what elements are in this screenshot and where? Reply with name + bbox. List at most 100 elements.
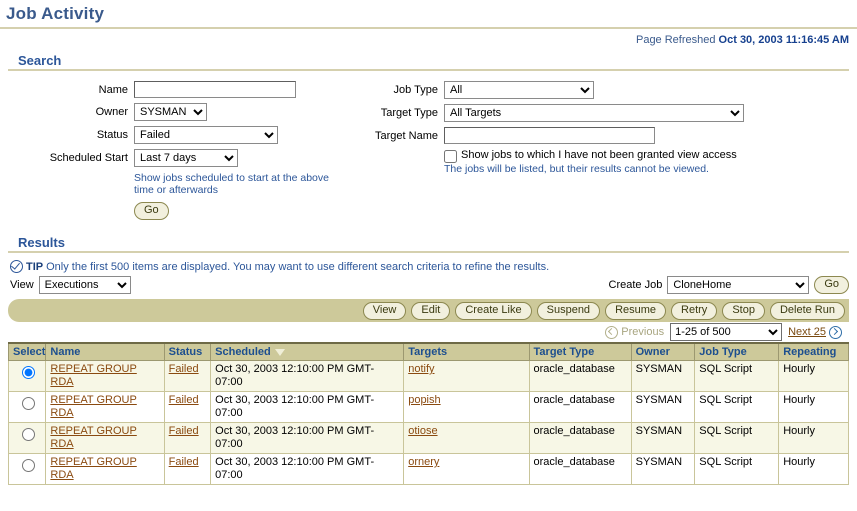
target-name-input[interactable] [444,127,655,144]
target-link[interactable]: ornery [408,456,439,468]
row-status-cell: Failed [163,360,212,392]
create-job-control: Create Job CloneHome Go [609,276,849,294]
previous-link: Previous [602,325,664,339]
next-link[interactable]: Next 25 [788,325,845,339]
job-status-link[interactable]: Failed [169,456,199,468]
job-type-select[interactable]: All [444,81,594,99]
target-name-field-row: Target Name [353,127,853,144]
row-select-cell [7,453,47,485]
results-table: Select Name Status Scheduled Targets Tar… [7,342,849,485]
sort-descending-icon [274,348,285,356]
page-refreshed-label: Page Refreshed [635,34,716,46]
row-owner-cell: SYSMAN [630,360,696,392]
create-like-button[interactable]: Create Like [455,301,532,320]
column-header-targets[interactable]: Targets [403,342,530,361]
row-radio[interactable] [21,366,35,379]
column-header-name[interactable]: Name [45,342,165,361]
row-status-cell: Failed [163,422,212,454]
row-job-type-cell: SQL Script [694,360,780,392]
resume-button[interactable]: Resume [605,301,667,320]
column-header-repeating[interactable]: Repeating [778,342,849,361]
row-name-cell: REPEAT GROUP RDA [45,422,165,454]
tip-check-icon [10,260,23,273]
show-jobs-checkbox-row: Show jobs to which I have not been grant… [444,149,853,163]
page-title: Job Activity [6,4,105,23]
results-toolbar: View Edit Create Like Suspend Resume Ret… [8,299,849,322]
previous-arrow-icon [605,325,619,339]
results-heading: Results [18,235,65,250]
job-name-link[interactable]: REPEAT GROUP RDA [50,363,136,388]
view-button[interactable]: View [362,301,407,320]
column-header-target-type[interactable]: Target Type [528,342,632,361]
row-target-type-cell: oracle_database [528,453,632,485]
column-header-job-type[interactable]: Job Type [694,342,780,361]
row-scheduled-cell: Oct 30, 2003 12:10:00 PM GMT-07:00 [210,391,405,423]
row-radio[interactable] [21,459,35,472]
page-refreshed-value: Oct 30, 2003 11:16:45 AM [718,34,849,46]
job-status-link[interactable]: Failed [169,363,199,375]
job-name-link[interactable]: REPEAT GROUP RDA [50,394,136,419]
target-type-select[interactable]: All Targets [444,104,744,122]
row-target-type-cell: oracle_database [528,360,632,392]
row-job-type-cell: SQL Script [694,453,780,485]
row-radio[interactable] [21,397,35,410]
target-link[interactable]: otiose [408,425,437,437]
owner-label: Owner [95,106,128,118]
create-job-select[interactable]: CloneHome [667,276,810,294]
column-header-status[interactable]: Status [163,342,212,361]
column-header-owner[interactable]: Owner [630,342,696,361]
create-job-go-button[interactable]: Go [814,276,849,294]
row-radio[interactable] [21,428,35,441]
show-jobs-checkbox[interactable] [444,150,457,163]
view-select[interactable]: Executions [38,276,131,294]
target-link[interactable]: popish [408,394,440,406]
row-owner-cell: SYSMAN [630,391,696,423]
view-control: View Executions [10,276,131,294]
show-jobs-hint: The jobs will be listed, but their resul… [444,163,709,175]
row-name-cell: REPEAT GROUP RDA [45,360,165,392]
name-field-row: Name [8,81,353,98]
table-row: REPEAT GROUP RDA Failed Oct 30, 2003 12:… [7,391,849,423]
job-status-link[interactable]: Failed [169,394,199,406]
stop-button[interactable]: Stop [722,301,765,320]
job-status-link[interactable]: Failed [169,425,199,437]
page-range-select[interactable]: 1-25 of 500 [670,323,783,341]
owner-field-row: Owner SYSMAN [8,103,353,121]
row-target-type-cell: oracle_database [528,422,632,454]
row-select-cell [7,391,47,423]
column-header-select[interactable]: Select [7,342,47,361]
status-select[interactable]: Failed [134,126,278,144]
job-type-field-row: Job Type All [353,81,853,99]
row-select-cell [7,422,47,454]
tip-text: Only the first 500 items are displayed. … [46,260,550,273]
target-name-label: Target Name [375,129,438,142]
retry-button[interactable]: Retry [671,301,718,320]
job-type-label: Job Type [393,84,438,96]
search-heading: Search [18,53,62,68]
row-job-type-cell: SQL Script [694,391,780,423]
suspend-button[interactable]: Suspend [536,301,601,320]
target-type-field-row: Target Type All Targets [353,104,853,122]
edit-button[interactable]: Edit [411,301,451,320]
row-repeating-cell: Hourly [778,453,849,485]
job-name-link[interactable]: REPEAT GROUP RDA [50,425,136,450]
row-name-cell: REPEAT GROUP RDA [45,453,165,485]
tip-row: TIP Only the first 500 items are display… [8,259,849,276]
row-scheduled-cell: Oct 30, 2003 12:10:00 PM GMT-07:00 [210,360,405,392]
row-select-cell [7,360,47,392]
search-go-button[interactable]: Go [134,202,169,220]
delete-run-button[interactable]: Delete Run [769,301,845,320]
owner-select[interactable]: SYSMAN [134,103,207,121]
name-input[interactable] [134,81,296,98]
row-owner-cell: SYSMAN [630,453,696,485]
search-divider [8,69,849,71]
row-status-cell: Failed [163,453,212,485]
row-scheduled-cell: Oct 30, 2003 12:10:00 PM GMT-07:00 [210,422,405,454]
target-link[interactable]: notify [408,363,434,375]
job-name-link[interactable]: REPEAT GROUP RDA [50,456,136,481]
scheduled-start-select[interactable]: Last 7 days [134,149,238,167]
row-repeating-cell: Hourly [778,391,849,423]
search-go-wrap: Go [134,202,353,220]
tip-label: TIP [26,260,44,273]
column-header-scheduled[interactable]: Scheduled [210,342,405,361]
